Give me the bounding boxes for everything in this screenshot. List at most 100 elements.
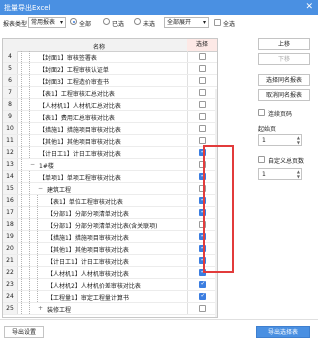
row-label: 【封面3】工程造价审查书 [39,79,109,86]
tree-guide-line [29,63,30,74]
tree-guide-line [29,51,30,62]
tree-guide-line [21,159,22,170]
table-row[interactable]: 11 【其他1】其他项目审核对比表 [3,135,217,147]
check-all-checkbox[interactable] [214,19,221,26]
side-panel: 上移 下移 选择同名报表 取消同名报表 连续页码 起始页 1 ▲ ▼ 自定义总页数… [224,38,314,318]
tree-guide-line [21,279,22,290]
custom-total-spinner[interactable]: 1 ▲ ▼ [258,168,302,180]
table-row[interactable]: 18 【分部1】分部分项清单对比表(含关联项) [3,219,217,231]
row-number: 11 [3,135,18,146]
table-row[interactable]: 23 【人材机2】人材机价差审核对比表 [3,279,217,291]
spinner-arrows-icon[interactable]: ▲ ▼ [297,169,300,179]
move-up-button[interactable]: 上移 [258,38,310,50]
table-row[interactable]: 5 【封面2】工程审核认证单 [3,63,217,75]
table-row[interactable]: 10 【措施1】措施项目审核对比表 [3,123,217,135]
row-checkbox[interactable] [199,137,206,144]
table-row[interactable]: 19 【措施1】措施项目审核对比表 [3,231,217,243]
row-label: 【计日工1】计日工审核对比表 [47,259,129,266]
table-row[interactable]: 4 【封面1】审核签署表 [3,51,217,63]
row-checkbox[interactable] [199,292,206,300]
report-grid: 名称 选择 4 【封面1】审核签署表 5 【封面2】工程审核认证单 6 【封面3】工程造价… [2,38,218,318]
tree-guide-line [37,195,38,206]
row-number: 10 [3,123,18,134]
row-label: 【单项1】单项工程审核对比表 [39,175,121,182]
tree-guide-line [29,87,30,98]
header-select: 选择 [187,39,217,51]
tree-guide-line [21,123,22,134]
export-selected-button[interactable]: 导出选择表 [256,326,310,338]
row-checkbox[interactable] [199,89,206,96]
tree-guide-line [37,231,38,242]
row-checkbox[interactable] [199,65,206,72]
table-row[interactable]: 12 【计日工1】计日工审核对比表 [3,147,217,159]
row-number: 4 [3,51,18,62]
table-row[interactable]: 17 【分部1】分部分项清单对比表 [3,207,217,219]
radio-selected[interactable] [103,18,110,25]
tree-guide-line [21,243,22,254]
tree-guide-line [29,303,30,314]
export-settings-button[interactable]: 导出设置 [4,326,44,338]
row-checkbox[interactable] [199,101,206,108]
collapse-icon[interactable]: − [30,161,35,168]
row-label: 【计日工1】计日工审核对比表 [39,151,121,158]
table-row[interactable]: 24 【工程量1】审定工程量计算书 [3,291,217,303]
table-row[interactable]: 13 −1#楼 [3,159,217,171]
row-checkbox[interactable] [199,53,206,60]
row-checkbox[interactable] [199,113,206,120]
table-row[interactable]: 22 【人材机1】人材机审核对比表 [3,267,217,279]
dialog-footer: 导出设置 导出选择表 [0,319,318,348]
start-page-label: 起始页 [258,126,277,133]
tree-guide-line [37,279,38,290]
report-type-select[interactable]: 常用报表 ▾ [28,17,66,28]
row-number: 19 [3,231,18,242]
expand-icon[interactable]: + [38,305,43,312]
table-row[interactable]: 14 【单项1】单项工程审核对比表 [3,171,217,183]
row-number: 15 [3,183,18,194]
spinner-arrows-icon[interactable]: ▲ ▼ [297,135,300,145]
tree-guide-line [21,219,22,230]
table-row[interactable]: 21 【计日工1】计日工审核对比表 [3,255,217,267]
collapse-icon[interactable]: − [38,185,43,192]
continuous-page-label: 连续页码 [268,111,293,118]
filter-toolbar: 报表类型 常用报表 ▾ 全部 已选 未选 全部展开 ▾ 全选 [0,15,318,31]
row-checkbox[interactable] [199,125,206,132]
table-row[interactable]: 9 【表1】费用汇总审核对比表 [3,111,217,123]
select-same-name-button[interactable]: 选择同名报表 [258,74,310,86]
tree-guide-line [37,219,38,230]
radio-all[interactable] [70,18,77,25]
close-icon[interactable]: ✕ [305,2,313,12]
expand-select[interactable]: 全部展开 ▾ [164,17,209,28]
custom-total-checkbox[interactable] [258,156,265,163]
move-down-button[interactable]: 下移 [258,53,310,65]
radio-unselected[interactable] [134,18,141,25]
cancel-same-name-button[interactable]: 取消同名报表 [258,89,310,101]
tree-guide-line [21,195,22,206]
row-checkbox[interactable] [199,77,206,84]
select-cell [187,291,217,302]
select-cell [187,111,217,122]
row-number: 9 [3,111,18,122]
radio-unselected-label: 未选 [143,21,156,28]
tree-guide-line [21,87,22,98]
tree-guide-line [21,135,22,146]
row-number: 13 [3,159,18,170]
table-row[interactable]: 20 【其他1】其他项目审核对比表 [3,243,217,255]
table-row[interactable]: 16 【表1】单位工程审核对比表 [3,195,217,207]
table-row[interactable]: 15 − 建筑工程 [3,183,217,195]
table-row[interactable]: 8 【人材机1】人材机汇总对比表 [3,99,217,111]
table-row[interactable]: 7 【表1】工程审核汇总对比表 [3,87,217,99]
table-row[interactable]: 6 【封面3】工程造价审查书 [3,75,217,87]
row-checkbox[interactable] [199,305,206,312]
tree-guide-line [37,291,38,302]
tree-guide-line [29,291,30,302]
start-page-spinner[interactable]: 1 ▲ ▼ [258,134,302,146]
row-number: 16 [3,195,18,206]
continuous-page-checkbox[interactable] [258,109,265,116]
select-cell [187,99,217,110]
row-checkbox[interactable] [199,280,206,288]
row-number: 23 [3,279,18,290]
tree-guide-line [37,255,38,266]
table-row[interactable]: 25 + 装修工程 [3,303,217,315]
row-label: 【表1】费用汇总审核对比表 [39,115,115,122]
row-label: 【分部1】分部分项清单对比表 [47,211,129,218]
